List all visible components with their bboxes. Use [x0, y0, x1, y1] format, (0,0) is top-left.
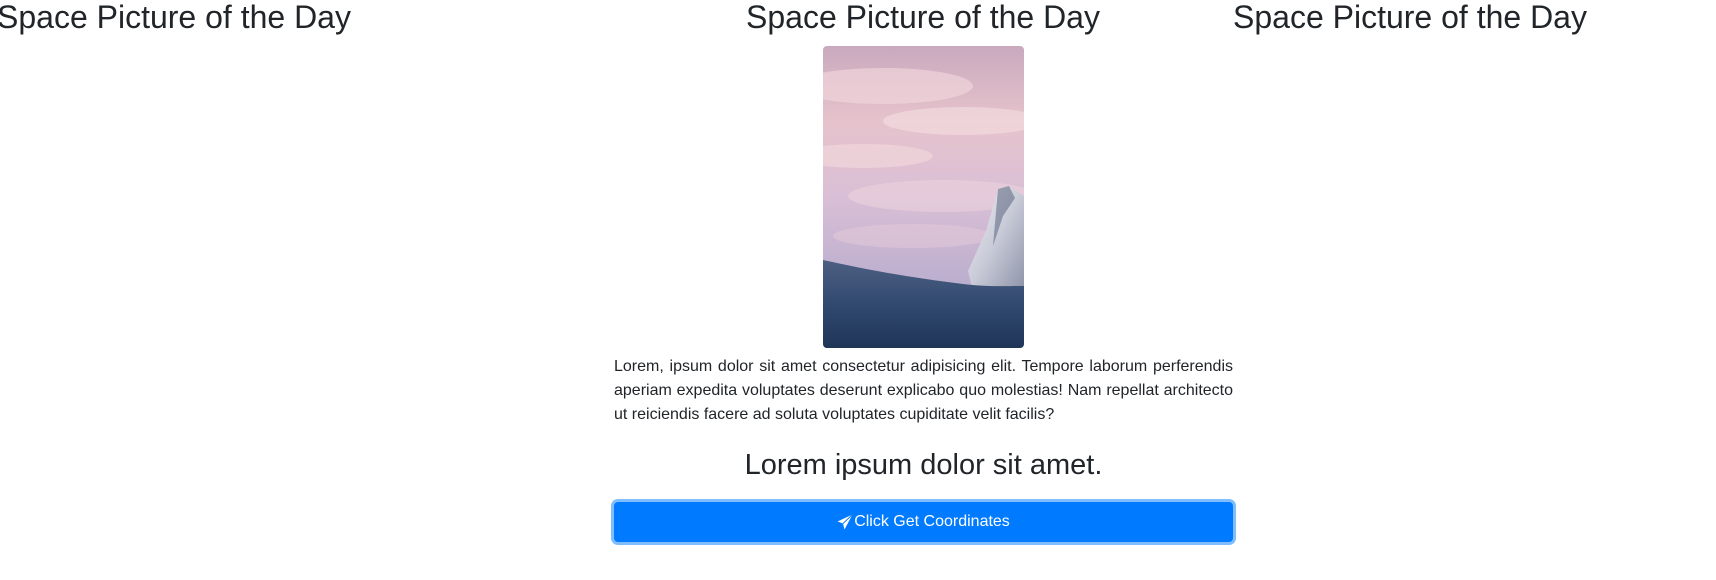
- paper-plane-icon: [837, 514, 853, 530]
- get-coordinates-button[interactable]: Click Get Coordinates: [614, 502, 1233, 542]
- picture-description: Lorem, ipsum dolor sit amet consectetur …: [614, 358, 1233, 423]
- page-title-left: Space Picture of the Day: [0, 0, 351, 35]
- section-heading: Lorem ipsum dolor sit amet.: [744, 449, 1103, 481]
- page-title-right: Space Picture of the Day: [1233, 0, 1587, 35]
- space-picture: [823, 46, 1024, 348]
- get-coordinates-label: Click Get Coordinates: [854, 513, 1010, 530]
- page-title: Space Picture of the Day: [746, 0, 1100, 35]
